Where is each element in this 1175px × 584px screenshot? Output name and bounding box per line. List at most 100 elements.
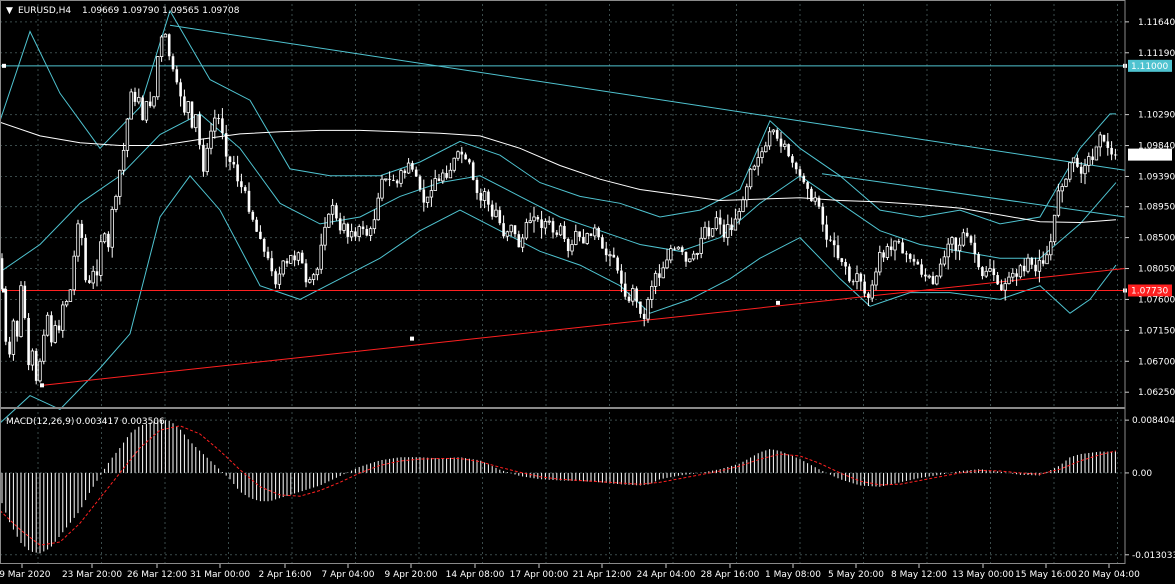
candle-body-up [281,260,285,275]
candle-body-down [335,205,338,219]
time-tick-label: 14 Apr 08:00 [446,570,505,580]
candle-body-down [293,255,296,261]
time-tick-label: 2 Apr 16:00 [259,570,312,580]
time-tick-label: 31 Mar 00:00 [190,570,250,580]
candle-body-down [1102,134,1106,142]
price-tick-label: 1.08500 [1138,234,1175,244]
candle-body-up [631,288,635,302]
candle-body-down [867,293,870,299]
candle-body-down [798,169,802,176]
candle-body-up [429,190,434,198]
candle-body-up [11,320,16,355]
candle-body-down [479,192,483,201]
candle-body-down [924,274,927,277]
candle-body-down [973,242,977,255]
price-tick-label: 1.08950 [1138,203,1175,213]
candle-body-down [411,163,414,170]
candle-body-up [213,117,217,132]
candle-body-down [578,231,581,237]
candle-body-up [1060,186,1064,192]
candle-body-up [137,97,141,103]
candle-body-up [1094,146,1099,161]
candle-body-down [825,224,828,240]
chart-background [0,0,1175,584]
candle-body-up [349,231,354,238]
candle-body-up [42,334,46,362]
candle-body-up [1098,134,1102,148]
candle-body-up [878,251,882,273]
candle-body-up [45,314,50,336]
candle-body-up [669,248,673,261]
candle-body-down [1022,265,1026,272]
candle-body-down [589,233,593,236]
candle-body-up [319,244,323,270]
candle-body-up [741,199,745,212]
candle-body-down [897,241,901,243]
candle-body-down [270,258,274,272]
candle-body-down [202,144,205,172]
candle-body-up [289,255,293,264]
candle-body-down [300,252,304,264]
candle-body-down [1015,273,1018,277]
candle-body-down [635,288,638,302]
candle-body-down [620,270,623,284]
candle-body-down [916,261,920,265]
candle-body-up [676,246,681,250]
candle-body-up [737,211,741,220]
candle-body-down [183,96,186,113]
candle-body-up [209,130,213,149]
candle-body-up [893,240,897,251]
candle-body-down [240,181,243,188]
candle-body-up [764,145,768,153]
candle-body-down [487,191,490,205]
candle-body-up [194,114,198,129]
candle-body-up [688,258,692,263]
time-tick-label: 5 May 20:00 [828,570,884,580]
candle-body-up [125,118,130,151]
candle-body-up [327,213,331,228]
candle-body-down [642,313,646,320]
candle-body-down [1030,258,1034,265]
current-price-label: 1.09708 [1131,151,1168,161]
time-tick-label: 19 Mar 2020 [0,570,51,580]
price-tick-label: 1.11640 [1138,18,1175,28]
candle-body-down [1079,166,1083,174]
candle-body-down [4,289,8,342]
candle-body-up [748,168,753,188]
candle-body-up [543,221,548,229]
candle-body-up [593,227,597,237]
candle-body-up [771,129,776,133]
candle-body-down [836,245,840,259]
candle-body-up [384,178,388,181]
candle-body-up [121,149,126,171]
candle-body-down [817,197,821,207]
price-tick-label: 1.10290 [1138,111,1175,121]
candle-body-up [30,350,35,366]
time-tick-label: 21 Apr 12:00 [573,570,632,580]
trading-chart[interactable]: 1.110001.077301.09708 1.116401.111901.10… [0,0,1175,584]
candle-body-down [806,182,809,189]
candle-body-down [802,175,806,183]
candle-body-up [942,256,947,265]
candle-body-up [1052,214,1057,243]
candle-body-down [540,219,543,228]
macd-tick-label: 0.008404 [1132,416,1175,426]
collapse-arrow-icon[interactable]: ▼ [6,6,13,16]
trendline-anchor [776,300,780,305]
level-anchor-left [2,63,6,68]
candle-body-down [810,188,813,202]
candle-body-up [984,270,988,277]
candle-body-up [935,275,939,285]
candle-body-up [433,178,437,191]
candle-body-up [783,143,787,147]
candle-body-up [342,223,346,231]
candle-body-up [950,237,954,245]
candle-body-down [551,221,555,233]
candle-body-down [354,231,357,237]
candle-body-up [372,219,377,230]
candle-body-up [1049,241,1053,256]
candle-body-up [68,289,73,302]
candle-body-down [221,118,224,134]
price-tick-label: 1.07600 [1138,295,1175,305]
candle-body-down [563,225,566,239]
